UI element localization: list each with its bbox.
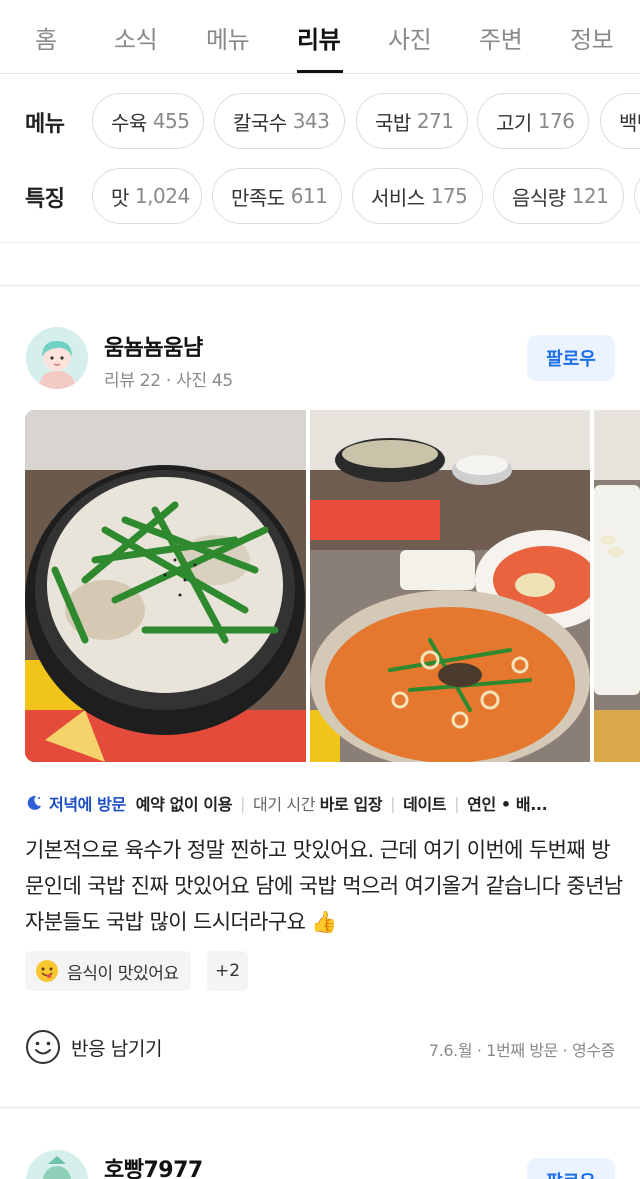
active-tab-indicator (297, 70, 343, 73)
chip-name: 맛 (111, 185, 129, 210)
visit-info-line: 저녁에 방문 예약 없이 이용 | 대기 시간 바로 입장 | 데이트 | 연인… (25, 791, 615, 815)
chip-name: 국밥 (375, 110, 411, 135)
separator: | (240, 793, 246, 813)
review-photo-2[interactable] (310, 410, 590, 762)
chip-name: 만족도 (231, 185, 285, 210)
smile-icon (26, 1030, 60, 1064)
tab-home[interactable]: 홈 (35, 20, 57, 55)
tag-companion: 연인 • 배... (467, 791, 548, 815)
reviewer-nickname[interactable]: 호빵7977 (104, 1152, 203, 1179)
menu-filter-label: 메뉴 (25, 112, 65, 137)
tab-photos[interactable]: 사진 (388, 20, 432, 55)
more-keywords-button[interactable]: +2 (207, 951, 248, 991)
soup-table-photo-image (310, 410, 590, 762)
tag-reservation: 예약 없이 이용 (135, 791, 233, 815)
chip-count: 175 (430, 184, 468, 208)
tag-prefix: 대기 시간 (253, 795, 320, 814)
review-meta: 7.6.월 · 1번째 방문 · 영수증 (428, 1041, 615, 1060)
avatar[interactable] (26, 1150, 88, 1179)
reviewer-stats: 리뷰 22 · 사진 45 (104, 371, 233, 391)
section-divider (0, 1106, 640, 1109)
chip-feature-taste[interactable]: 맛 1,024 (92, 168, 202, 224)
tag-text: 바로 입장 (319, 795, 383, 814)
chip-count: 455 (152, 109, 190, 133)
tab-info[interactable]: 정보 (570, 20, 614, 55)
section-divider (0, 284, 640, 287)
review-body[interactable]: 기본적으로 육수가 정말 찐하고 맛있어요. 근데 여기 이번에 두번째 방문인… (25, 832, 625, 940)
chip-feature-more[interactable] (634, 168, 640, 224)
tab-menu[interactable]: 메뉴 (206, 20, 250, 55)
tag-text: 데이트 (403, 795, 447, 814)
chip-menu-baekban[interactable]: 백반 (600, 93, 640, 149)
chip-name: 음식량 (512, 185, 566, 210)
feature-filter-row: 특징 맛 1,024 만족도 611 서비스 175 음식량 121 (0, 168, 640, 224)
moon-icon (27, 795, 41, 810)
chip-count: 1,024 (134, 184, 190, 208)
tab-bar: 홈 소식 메뉴 리뷰 사진 주변 정보 (0, 0, 640, 74)
chip-menu-kalguksu[interactable]: 칼국수 343 (214, 93, 345, 149)
chip-name: 수육 (111, 110, 147, 135)
reviewer-nickname[interactable]: 움뇸뇸움냠 (104, 330, 203, 362)
separator: | (454, 793, 460, 813)
keyword-label: 음식이 맛있어요 (67, 963, 179, 984)
side-dish-photo-image (594, 410, 640, 762)
visit-time: 저녁에 방문 (49, 795, 126, 814)
chip-menu-suyuk[interactable]: 수육 455 (92, 93, 204, 149)
avatar-icon (26, 1150, 88, 1179)
menu-filter-row: 메뉴 수육455 칼국수343 국밥271 고기176 백반 (0, 93, 640, 149)
tag-wait: 대기 시간 바로 입장 (253, 791, 383, 815)
chip-name: 칼국수 (233, 110, 287, 135)
chip-feature-service[interactable]: 서비스 175 (352, 168, 483, 224)
gukbap-photo-image (25, 410, 306, 762)
review-photo-3[interactable] (594, 410, 640, 762)
follow-button[interactable]: 팔로우 (527, 1158, 615, 1179)
chip-menu-gogi[interactable]: 고기 176 (477, 93, 589, 149)
chip-count: 121 (571, 184, 609, 208)
tag-text: 예약 없이 이용 (135, 795, 233, 814)
tag-date: 데이트 (403, 791, 446, 815)
chip-count: 343 (292, 109, 330, 133)
chip-count: 611 (290, 184, 328, 208)
react-button[interactable]: 반응 남기기 (25, 1028, 162, 1066)
chip-name: 백반 (619, 110, 640, 135)
avatar[interactable] (26, 327, 88, 389)
chip-menu-gukbap[interactable]: 국밥 271 (356, 93, 468, 149)
react-label: 반응 남기기 (71, 1037, 163, 1060)
chip-count: 271 (416, 109, 454, 133)
tab-reviews[interactable]: 리뷰 (297, 20, 341, 55)
tag-text: 연인 • 배... (467, 795, 548, 814)
chip-name: 서비스 (371, 185, 425, 210)
chip-name: 고기 (496, 110, 532, 135)
separator: | (390, 793, 396, 813)
follow-button[interactable]: 팔로우 (527, 335, 615, 381)
chip-count: 176 (537, 109, 575, 133)
review-photo-1[interactable] (25, 410, 306, 762)
divider (0, 242, 640, 243)
chip-feature-portion[interactable]: 음식량 121 (493, 168, 624, 224)
feature-filter-label: 특징 (25, 187, 65, 212)
tab-nearby[interactable]: 주변 (479, 20, 523, 55)
avatar-icon (26, 327, 88, 389)
keyword-chip: 음식이 맛있어요 (25, 951, 191, 991)
tab-news[interactable]: 소식 (114, 20, 158, 55)
chip-feature-satisfaction[interactable]: 만족도 611 (212, 168, 342, 224)
yummy-face-icon (36, 960, 58, 982)
